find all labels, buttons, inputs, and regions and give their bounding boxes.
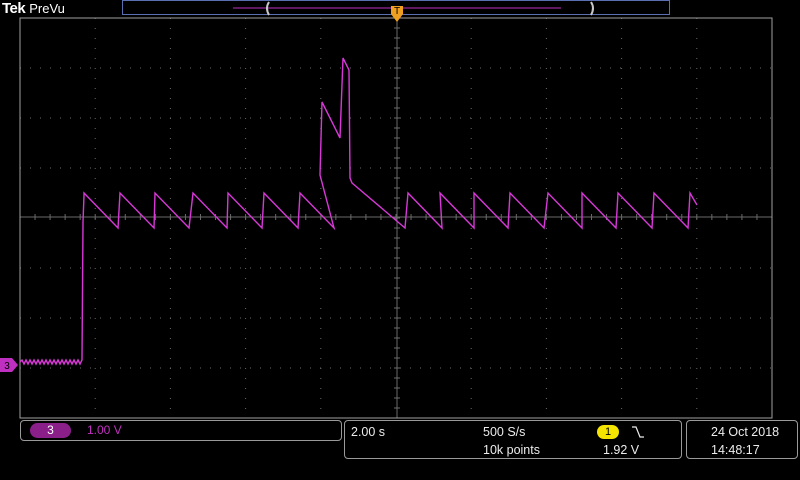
trigger-level: 1.92 V <box>603 443 640 457</box>
channel-3-ground-marker[interactable]: 3 <box>0 358 18 372</box>
waveform-display[interactable]: T 3 <box>0 0 800 420</box>
channel-3-scale: 1.00 V <box>87 423 122 437</box>
channel-3-badge[interactable]: 3 <box>30 423 71 438</box>
record-length: 10k points <box>483 443 540 457</box>
date-time-readout: 24 Oct 2018 14:48:17 <box>686 420 798 459</box>
graticule <box>19 17 773 419</box>
date: 24 Oct 2018 <box>711 425 780 439</box>
channel-marker-label: 3 <box>4 361 10 372</box>
channel-3-readout[interactable]: 3 1.00 V <box>20 420 342 441</box>
time-per-div: 2.00 s <box>351 425 386 439</box>
trigger-position-marker[interactable]: T <box>391 6 403 22</box>
trigger-source-badge[interactable]: 1 <box>597 425 619 439</box>
falling-edge-icon <box>632 426 644 438</box>
sample-rate: 500 S/s <box>483 425 526 439</box>
trigger-marker-label: T <box>394 6 400 17</box>
horizontal-trigger-readout[interactable]: 2.00 s 500 S/s 10k points 1 1.92 V <box>344 420 682 459</box>
time: 14:48:17 <box>711 443 760 457</box>
channel-3-waveform <box>19 57 698 366</box>
